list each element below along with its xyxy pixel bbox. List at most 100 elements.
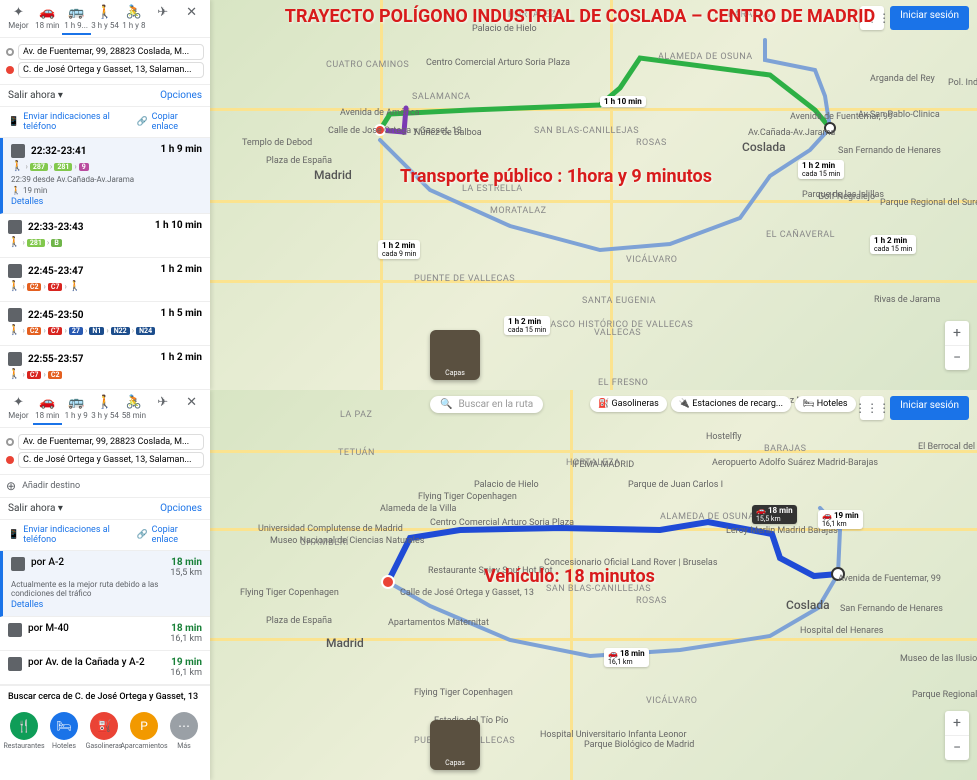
transit-route-item[interactable]: 22:45-23:47 1 h 2 min 🚶›C2›C7›🚶: [0, 258, 210, 302]
destination-row: C. de José Ortega y Gasset, 13, Salaman.…: [6, 62, 204, 78]
overlay-vehicle: Vehículo: 18 minutos: [484, 566, 655, 587]
route-title: por A-2: [31, 557, 64, 568]
driving-route-item[interactable]: por M-40 18 min 16,1 km: [0, 617, 210, 651]
close-button[interactable]: ✕: [177, 392, 206, 425]
travel-mode-tab[interactable]: 🚌1 h 9...: [62, 2, 91, 35]
map-label: MORATALAZ: [490, 206, 547, 216]
mode-icon: ✈: [148, 5, 177, 20]
map-label: Flying Tiger Copenhagen: [418, 492, 517, 502]
travel-mode-tab[interactable]: 🚶3 h y 54: [91, 2, 120, 35]
filter-chip[interactable]: 🛏 Hoteles: [795, 396, 856, 412]
map-label: Hospital Universitario Infanta Leonor: [540, 730, 687, 740]
bottom-sidebar: ✦Mejor🚗18 min🚌1 h y 9🚶3 h y 54🚴58 min✈✕ …: [0, 390, 210, 780]
destination-input[interactable]: C. de José Ortega y Gasset, 13, Salaman.…: [18, 452, 204, 468]
transit-icon: [11, 144, 25, 158]
zoom-out-button[interactable]: −: [945, 736, 969, 760]
copy-link[interactable]: 🔗 Copiar enlace: [136, 112, 202, 132]
mode-time: Mejor: [4, 21, 33, 30]
route-meta: 22:39 desde Av.Cañada-Av.Jarama: [11, 175, 202, 184]
options-link[interactable]: Opciones: [160, 503, 202, 514]
filter-chip[interactable]: 🔌 Estaciones de recarg...: [671, 396, 791, 412]
map-label: Avenida de Fuentemar, 99: [838, 574, 941, 584]
travel-mode-tab[interactable]: 🚶3 h y 54: [91, 392, 120, 425]
transit-route-item[interactable]: 22:33-23:43 1 h 10 min 🚶›281›B: [0, 214, 210, 258]
app-menu-button[interactable]: ⋮⋮⋮: [860, 396, 884, 420]
depart-label[interactable]: Salir ahora ▾: [8, 503, 63, 514]
origin-dot-icon: [6, 48, 14, 56]
top-map[interactable]: MadridHORTALEZABARAJASCUATRO CAMINOSSALA…: [210, 0, 977, 390]
map-label: Avenida de América: [340, 108, 420, 118]
driving-route-item[interactable]: por A-2 18 min 15,5 km Actualmente es la…: [0, 551, 210, 617]
travel-mode-tab[interactable]: 🚴58 min: [119, 392, 148, 425]
poi-button[interactable]: ⋯Más: [166, 712, 202, 750]
map-label: Madrid: [326, 636, 364, 650]
send-to-phone[interactable]: 📱 Enviar indicaciones al teléfono: [8, 525, 136, 545]
map-label: Flying Tiger Copenhagen: [414, 688, 513, 698]
route-search-input[interactable]: 🔍 Buscar en la ruta: [430, 396, 543, 413]
map-label: ROSAS: [636, 138, 667, 148]
transit-route-item[interactable]: 22:32-23:41 1 h 9 min 🚶›287›281›9 22:39 …: [0, 138, 210, 214]
options-link[interactable]: Opciones: [160, 90, 202, 101]
filter-chip[interactable]: ⛽ Gasolineras: [590, 396, 667, 412]
route-details-link[interactable]: Detalles: [11, 600, 202, 610]
layers-button[interactable]: Capas: [430, 720, 480, 770]
route-steps: 🚶›C7›C2: [8, 369, 202, 380]
map-label: Museo Nacional de Ciencias Naturales: [270, 536, 424, 546]
route-details-link[interactable]: Detalles: [11, 197, 202, 207]
add-destination[interactable]: ⊕ Añadir destino: [0, 475, 210, 498]
travel-mode-tab[interactable]: 🚴1 h y 8: [119, 2, 148, 35]
travel-mode-tab[interactable]: 🚌1 h y 9: [62, 392, 91, 425]
zoom-in-button[interactable]: +: [945, 711, 969, 735]
duration-chip[interactable]: 🚗 18 min15,5 km: [752, 505, 797, 524]
mode-time: 18 min: [33, 21, 62, 30]
transit-route-item[interactable]: 22:45-23:50 1 h 5 min 🚶›C2›C7›27›N1›N22›…: [0, 302, 210, 346]
map-label: CUATRO CAMINOS: [326, 60, 409, 70]
poi-button[interactable]: 🛏Hoteles: [46, 712, 82, 750]
travel-mode-tab[interactable]: 🚗18 min: [33, 2, 62, 35]
map-label: SALAMANCA: [412, 92, 470, 102]
poi-button[interactable]: ⛽Gasolineras: [86, 712, 122, 750]
poi-button[interactable]: PAparcamientos: [126, 712, 162, 750]
map-label: San Fernando de Henares: [838, 146, 941, 156]
duration-chip[interactable]: 1 h 2 mincada 15 min: [870, 235, 916, 254]
transit-route-item[interactable]: 22:55-23:57 1 h 2 min 🚶›C7›C2: [0, 346, 210, 390]
zoom-out-button[interactable]: −: [945, 346, 969, 370]
route-title: por Av. de la Cañada y A-2: [28, 657, 145, 668]
duration-chip[interactable]: 🚗 19 min16,1 km: [818, 510, 863, 529]
poi-row: 🍴Restaurantes🛏Hoteles⛽GasolinerasPAparca…: [0, 708, 210, 754]
duration-chip[interactable]: 1 h 2 mincada 15 min: [504, 316, 550, 335]
travel-mode-tab[interactable]: ✦Mejor: [4, 2, 33, 35]
map-label: Plaza de España: [266, 156, 332, 166]
route-duration: 1 h 5 min: [161, 308, 202, 319]
route-duration: 1 h 2 min: [161, 264, 202, 275]
destination-input[interactable]: C. de José Ortega y Gasset, 13, Salaman.…: [18, 62, 204, 78]
map-label: El Berrocal del Jarama: [918, 442, 977, 452]
travel-mode-tab[interactable]: ✈: [148, 392, 177, 425]
copy-link[interactable]: 🔗 Copiar enlace: [136, 525, 202, 545]
mode-time: 3 h y 54: [91, 21, 120, 30]
map-label: Flying Tiger Copenhagen: [240, 588, 339, 598]
transit-icon: [8, 264, 22, 278]
duration-chip[interactable]: 🚗 18 min16,1 km: [604, 648, 649, 667]
duration-chip[interactable]: 1 h 2 mincada 9 min: [378, 240, 420, 259]
poi-button[interactable]: 🍴Restaurantes: [6, 712, 42, 750]
origin-input[interactable]: Av. de Fuentemar, 99, 28823 Coslada, M..…: [18, 44, 204, 60]
map-label: Hospital del Henares: [800, 626, 883, 636]
travel-mode-tab[interactable]: 🚗18 min: [33, 392, 62, 425]
mode-icon: 🚶: [91, 5, 120, 20]
send-to-phone[interactable]: 📱 Enviar indicaciones al teléfono: [8, 112, 136, 132]
depart-label[interactable]: Salir ahora ▾: [8, 90, 63, 101]
overlay-main-title: TRAYECTO POLÍGONO INDUSTRIAL DE COSLADA …: [200, 6, 960, 27]
driving-route-item[interactable]: por Av. de la Cañada y A-2 19 min 16,1 k…: [0, 651, 210, 685]
map-label: Palacio de Hielo: [474, 480, 539, 490]
travel-mode-tab[interactable]: ✦Mejor: [4, 392, 33, 425]
zoom-in-button[interactable]: +: [945, 321, 969, 345]
duration-chip[interactable]: 1 h 2 mincada 15 min: [798, 160, 844, 179]
travel-mode-tab[interactable]: ✈: [148, 2, 177, 35]
duration-chip[interactable]: 1 h 10 min: [600, 96, 646, 107]
origin-input[interactable]: Av. de Fuentemar, 99, 28823 Coslada, M..…: [18, 434, 204, 450]
map-label: Alameda de la Villa: [380, 504, 456, 514]
layers-button[interactable]: Capas: [430, 330, 480, 380]
signin-button[interactable]: Iniciar sesión: [890, 396, 969, 420]
map-label: Pol. Ind. San Fernando: [948, 78, 977, 88]
